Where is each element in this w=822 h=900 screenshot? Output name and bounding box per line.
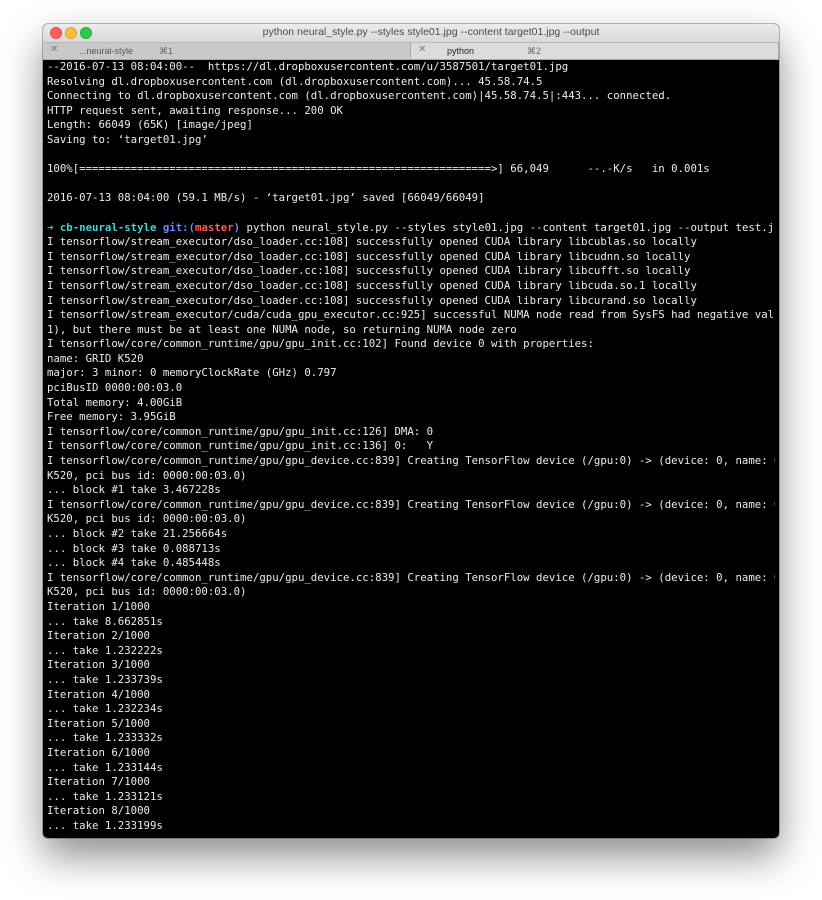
- terminal-line: I tensorflow/stream_executor/dso_loader.…: [47, 264, 691, 278]
- prompt-git-prefix: git:(: [162, 220, 196, 234]
- terminal-line: I tensorflow/core/common_runtime/gpu/gpu…: [47, 337, 594, 351]
- prompt-arrow-icon: ➜: [47, 220, 54, 234]
- prompt-git-branch: master: [195, 220, 234, 234]
- prompt-command: python neural_style.py --styles style01.…: [240, 220, 776, 234]
- terminal-line: I tensorflow/core/common_runtime/gpu/gpu…: [47, 439, 434, 453]
- terminal-line: I tensorflow/core/common_runtime/gpu/gpu…: [47, 497, 775, 511]
- window-title: python neural_style.py --styles style01.…: [262, 26, 600, 38]
- prompt-directory: cb-neural-style: [59, 220, 157, 234]
- terminal-line: Iteration 6/1000: [47, 745, 150, 759]
- terminal-line: ... take 1.233121s: [47, 789, 163, 803]
- tab-neural-style[interactable]: ✕ ...neural-style ⌘1: [43, 43, 411, 59]
- terminal-output[interactable]: --2016-07-13 08:04:00-- https://dl.dropb…: [47, 60, 775, 838]
- terminal-line: Iteration 8/1000: [47, 804, 150, 818]
- terminal-line: Free memory: 3.95GiB: [47, 410, 176, 424]
- terminal-line: pciBusID 0000:00:03.0: [47, 381, 183, 395]
- minimize-window-button[interactable]: [65, 27, 77, 39]
- tab-shortcut: ⌘1: [159, 46, 174, 56]
- terminal-line: Iteration 2/1000: [47, 629, 150, 643]
- terminal-line: ... block #2 take 21.256664s: [47, 527, 228, 540]
- terminal-line: name: GRID K520: [47, 351, 144, 365]
- terminal-line: I tensorflow/stream_executor/cuda/cuda_g…: [47, 308, 775, 322]
- terminal-window: python neural_style.py --styles style01.…: [43, 24, 779, 838]
- terminal-line: ... take 1.232234s: [47, 702, 163, 716]
- tab-label: ...neural-style: [79, 46, 134, 56]
- terminal-line: 1), but there must be at least one NUMA …: [47, 322, 517, 336]
- terminal-line: I tensorflow/stream_executor/dso_loader.…: [47, 235, 697, 249]
- terminal-line: --2016-07-13 08:04:00-- https://dl.dropb…: [47, 60, 569, 73]
- close-tab-icon[interactable]: ✕: [418, 44, 426, 55]
- terminal-line: Iteration 5/1000: [47, 716, 150, 730]
- terminal-line: I tensorflow/core/common_runtime/gpu/gpu…: [47, 454, 775, 468]
- title-bar[interactable]: python neural_style.py --styles style01.…: [43, 24, 779, 43]
- terminal-line: HTTP request sent, awaiting response... …: [47, 103, 343, 117]
- terminal-line: ... block #3 take 0.088713s: [47, 541, 221, 555]
- close-window-button[interactable]: [50, 27, 62, 39]
- terminal-line: Iteration 3/1000: [47, 658, 150, 672]
- terminal-line: K520, pci bus id: 0000:00:03.0): [47, 468, 247, 482]
- terminal-line: Iteration 1/1000: [47, 599, 150, 613]
- terminal-line: ... take 1.233199s: [47, 818, 163, 832]
- terminal-line: Resolving dl.dropboxusercontent.com (dl.…: [47, 74, 543, 88]
- tab-label: python: [447, 46, 475, 56]
- terminal-line: K520, pci bus id: 0000:00:03.0): [47, 585, 247, 599]
- close-tab-icon[interactable]: ✕: [50, 44, 58, 55]
- tab-bar: ✕ ...neural-style ⌘1 ✕ python ⌘2: [43, 43, 779, 60]
- terminal-line: ... take 1.233739s: [47, 672, 163, 686]
- zoom-window-button[interactable]: [80, 27, 92, 39]
- terminal-line: ... take 1.232222s: [47, 643, 163, 657]
- terminal-line: Saving to: ‘target01.jpg’: [47, 132, 208, 146]
- tab-python[interactable]: ✕ python ⌘2: [411, 43, 779, 59]
- terminal-line: I tensorflow/stream_executor/dso_loader.…: [47, 293, 697, 307]
- terminal-line: 100%[===================================…: [47, 162, 710, 176]
- terminal-line: ... take 1.233332s: [47, 731, 163, 745]
- terminal-line: ... block #1 take 3.467228s: [47, 483, 221, 497]
- terminal-line: major: 3 minor: 0 memoryClockRate (GHz) …: [47, 366, 337, 380]
- terminal-line: ... take 1.233144s: [47, 760, 163, 774]
- shell-prompt-line: ➜ cb-neural-style git:(master) python ne…: [47, 221, 775, 236]
- terminal-line: ... take 8.662851s: [47, 614, 163, 628]
- terminal-line: I tensorflow/core/common_runtime/gpu/gpu…: [47, 570, 775, 584]
- terminal-line: I tensorflow/stream_executor/dso_loader.…: [47, 249, 691, 263]
- terminal-line: Iteration 7/1000: [47, 775, 150, 789]
- terminal-line: Connecting to dl.dropboxusercontent.com …: [47, 89, 672, 103]
- terminal-line: 2016-07-13 08:04:00 (59.1 MB/s) - ‘targe…: [47, 191, 485, 205]
- terminal-line: Iteration 4/1000: [47, 687, 150, 701]
- terminal-line: ... block #4 take 0.485448s: [47, 556, 221, 570]
- terminal-line: I tensorflow/stream_executor/dso_loader.…: [47, 278, 697, 292]
- tab-shortcut: ⌘2: [527, 46, 542, 56]
- terminal-line: K520, pci bus id: 0000:00:03.0): [47, 512, 247, 526]
- terminal-line: Length: 66049 (65K) [image/jpeg]: [47, 118, 253, 132]
- terminal-line: Total memory: 4.00GiB: [47, 395, 183, 409]
- terminal-line: I tensorflow/core/common_runtime/gpu/gpu…: [47, 424, 434, 438]
